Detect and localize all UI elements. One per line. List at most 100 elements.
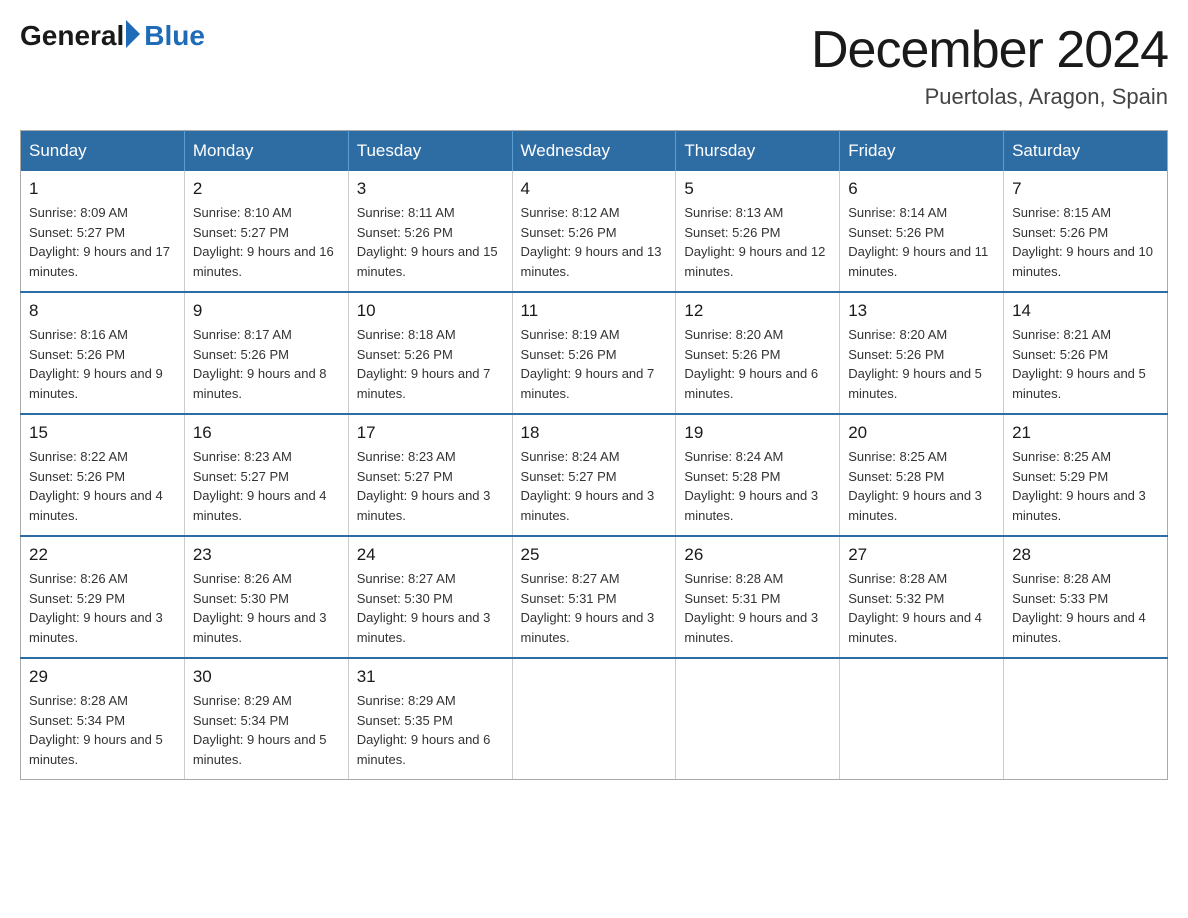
logo-arrow-icon [126, 20, 140, 48]
day-number: 23 [193, 545, 340, 565]
day-number: 19 [684, 423, 831, 443]
day-info: Sunrise: 8:17 AMSunset: 5:26 PMDaylight:… [193, 325, 340, 403]
day-info: Sunrise: 8:27 AMSunset: 5:31 PMDaylight:… [521, 569, 668, 647]
day-number: 8 [29, 301, 176, 321]
calendar-cell: 7 Sunrise: 8:15 AMSunset: 5:26 PMDayligh… [1004, 171, 1168, 292]
day-info: Sunrise: 8:15 AMSunset: 5:26 PMDaylight:… [1012, 203, 1159, 281]
day-number: 10 [357, 301, 504, 321]
calendar-cell [676, 658, 840, 780]
weekday-header-friday: Friday [840, 131, 1004, 172]
week-row-3: 15 Sunrise: 8:22 AMSunset: 5:26 PMDaylig… [21, 414, 1168, 536]
day-info: Sunrise: 8:26 AMSunset: 5:29 PMDaylight:… [29, 569, 176, 647]
day-info: Sunrise: 8:14 AMSunset: 5:26 PMDaylight:… [848, 203, 995, 281]
page-header: General Blue December 2024 Puertolas, Ar… [20, 20, 1168, 110]
day-info: Sunrise: 8:22 AMSunset: 5:26 PMDaylight:… [29, 447, 176, 525]
day-number: 5 [684, 179, 831, 199]
day-info: Sunrise: 8:23 AMSunset: 5:27 PMDaylight:… [357, 447, 504, 525]
calendar-cell: 30 Sunrise: 8:29 AMSunset: 5:34 PMDaylig… [184, 658, 348, 780]
day-info: Sunrise: 8:16 AMSunset: 5:26 PMDaylight:… [29, 325, 176, 403]
day-number: 12 [684, 301, 831, 321]
day-number: 24 [357, 545, 504, 565]
title-section: December 2024 Puertolas, Aragon, Spain [811, 20, 1168, 110]
week-row-4: 22 Sunrise: 8:26 AMSunset: 5:29 PMDaylig… [21, 536, 1168, 658]
weekday-header-saturday: Saturday [1004, 131, 1168, 172]
week-row-1: 1 Sunrise: 8:09 AMSunset: 5:27 PMDayligh… [21, 171, 1168, 292]
calendar-cell: 4 Sunrise: 8:12 AMSunset: 5:26 PMDayligh… [512, 171, 676, 292]
day-info: Sunrise: 8:12 AMSunset: 5:26 PMDaylight:… [521, 203, 668, 281]
day-number: 25 [521, 545, 668, 565]
weekday-header-sunday: Sunday [21, 131, 185, 172]
weekday-header-wednesday: Wednesday [512, 131, 676, 172]
day-info: Sunrise: 8:29 AMSunset: 5:34 PMDaylight:… [193, 691, 340, 769]
day-info: Sunrise: 8:09 AMSunset: 5:27 PMDaylight:… [29, 203, 176, 281]
calendar-cell: 9 Sunrise: 8:17 AMSunset: 5:26 PMDayligh… [184, 292, 348, 414]
calendar-cell: 21 Sunrise: 8:25 AMSunset: 5:29 PMDaylig… [1004, 414, 1168, 536]
calendar-cell: 28 Sunrise: 8:28 AMSunset: 5:33 PMDaylig… [1004, 536, 1168, 658]
calendar-cell: 13 Sunrise: 8:20 AMSunset: 5:26 PMDaylig… [840, 292, 1004, 414]
day-number: 18 [521, 423, 668, 443]
day-info: Sunrise: 8:11 AMSunset: 5:26 PMDaylight:… [357, 203, 504, 281]
day-number: 31 [357, 667, 504, 687]
day-number: 13 [848, 301, 995, 321]
calendar-cell: 17 Sunrise: 8:23 AMSunset: 5:27 PMDaylig… [348, 414, 512, 536]
day-number: 6 [848, 179, 995, 199]
calendar-cell: 26 Sunrise: 8:28 AMSunset: 5:31 PMDaylig… [676, 536, 840, 658]
day-number: 14 [1012, 301, 1159, 321]
weekday-header-row: SundayMondayTuesdayWednesdayThursdayFrid… [21, 131, 1168, 172]
calendar-cell: 11 Sunrise: 8:19 AMSunset: 5:26 PMDaylig… [512, 292, 676, 414]
weekday-header-thursday: Thursday [676, 131, 840, 172]
day-info: Sunrise: 8:25 AMSunset: 5:28 PMDaylight:… [848, 447, 995, 525]
day-number: 16 [193, 423, 340, 443]
day-number: 21 [1012, 423, 1159, 443]
calendar-cell: 20 Sunrise: 8:25 AMSunset: 5:28 PMDaylig… [840, 414, 1004, 536]
logo-general-text: General [20, 20, 124, 52]
day-number: 17 [357, 423, 504, 443]
day-info: Sunrise: 8:26 AMSunset: 5:30 PMDaylight:… [193, 569, 340, 647]
calendar-cell: 2 Sunrise: 8:10 AMSunset: 5:27 PMDayligh… [184, 171, 348, 292]
day-info: Sunrise: 8:28 AMSunset: 5:32 PMDaylight:… [848, 569, 995, 647]
calendar-cell: 18 Sunrise: 8:24 AMSunset: 5:27 PMDaylig… [512, 414, 676, 536]
day-info: Sunrise: 8:19 AMSunset: 5:26 PMDaylight:… [521, 325, 668, 403]
day-info: Sunrise: 8:27 AMSunset: 5:30 PMDaylight:… [357, 569, 504, 647]
calendar-cell: 22 Sunrise: 8:26 AMSunset: 5:29 PMDaylig… [21, 536, 185, 658]
day-number: 30 [193, 667, 340, 687]
logo: General Blue [20, 20, 205, 52]
day-info: Sunrise: 8:20 AMSunset: 5:26 PMDaylight:… [848, 325, 995, 403]
calendar-cell: 5 Sunrise: 8:13 AMSunset: 5:26 PMDayligh… [676, 171, 840, 292]
day-number: 26 [684, 545, 831, 565]
day-info: Sunrise: 8:23 AMSunset: 5:27 PMDaylight:… [193, 447, 340, 525]
day-info: Sunrise: 8:24 AMSunset: 5:27 PMDaylight:… [521, 447, 668, 525]
calendar-cell: 27 Sunrise: 8:28 AMSunset: 5:32 PMDaylig… [840, 536, 1004, 658]
calendar-cell [840, 658, 1004, 780]
day-number: 22 [29, 545, 176, 565]
calendar-cell: 19 Sunrise: 8:24 AMSunset: 5:28 PMDaylig… [676, 414, 840, 536]
day-number: 27 [848, 545, 995, 565]
calendar-cell: 12 Sunrise: 8:20 AMSunset: 5:26 PMDaylig… [676, 292, 840, 414]
day-number: 2 [193, 179, 340, 199]
day-number: 9 [193, 301, 340, 321]
day-info: Sunrise: 8:28 AMSunset: 5:31 PMDaylight:… [684, 569, 831, 647]
day-info: Sunrise: 8:10 AMSunset: 5:27 PMDaylight:… [193, 203, 340, 281]
day-info: Sunrise: 8:13 AMSunset: 5:26 PMDaylight:… [684, 203, 831, 281]
day-number: 3 [357, 179, 504, 199]
day-info: Sunrise: 8:24 AMSunset: 5:28 PMDaylight:… [684, 447, 831, 525]
calendar-cell: 10 Sunrise: 8:18 AMSunset: 5:26 PMDaylig… [348, 292, 512, 414]
day-number: 29 [29, 667, 176, 687]
weekday-header-tuesday: Tuesday [348, 131, 512, 172]
day-info: Sunrise: 8:29 AMSunset: 5:35 PMDaylight:… [357, 691, 504, 769]
calendar-table: SundayMondayTuesdayWednesdayThursdayFrid… [20, 130, 1168, 780]
calendar-cell: 23 Sunrise: 8:26 AMSunset: 5:30 PMDaylig… [184, 536, 348, 658]
month-title: December 2024 [811, 20, 1168, 80]
day-number: 28 [1012, 545, 1159, 565]
week-row-5: 29 Sunrise: 8:28 AMSunset: 5:34 PMDaylig… [21, 658, 1168, 780]
day-info: Sunrise: 8:21 AMSunset: 5:26 PMDaylight:… [1012, 325, 1159, 403]
calendar-cell: 8 Sunrise: 8:16 AMSunset: 5:26 PMDayligh… [21, 292, 185, 414]
calendar-cell [512, 658, 676, 780]
week-row-2: 8 Sunrise: 8:16 AMSunset: 5:26 PMDayligh… [21, 292, 1168, 414]
calendar-cell: 24 Sunrise: 8:27 AMSunset: 5:30 PMDaylig… [348, 536, 512, 658]
calendar-cell: 15 Sunrise: 8:22 AMSunset: 5:26 PMDaylig… [21, 414, 185, 536]
location-title: Puertolas, Aragon, Spain [811, 84, 1168, 110]
day-info: Sunrise: 8:25 AMSunset: 5:29 PMDaylight:… [1012, 447, 1159, 525]
day-info: Sunrise: 8:20 AMSunset: 5:26 PMDaylight:… [684, 325, 831, 403]
calendar-cell: 14 Sunrise: 8:21 AMSunset: 5:26 PMDaylig… [1004, 292, 1168, 414]
